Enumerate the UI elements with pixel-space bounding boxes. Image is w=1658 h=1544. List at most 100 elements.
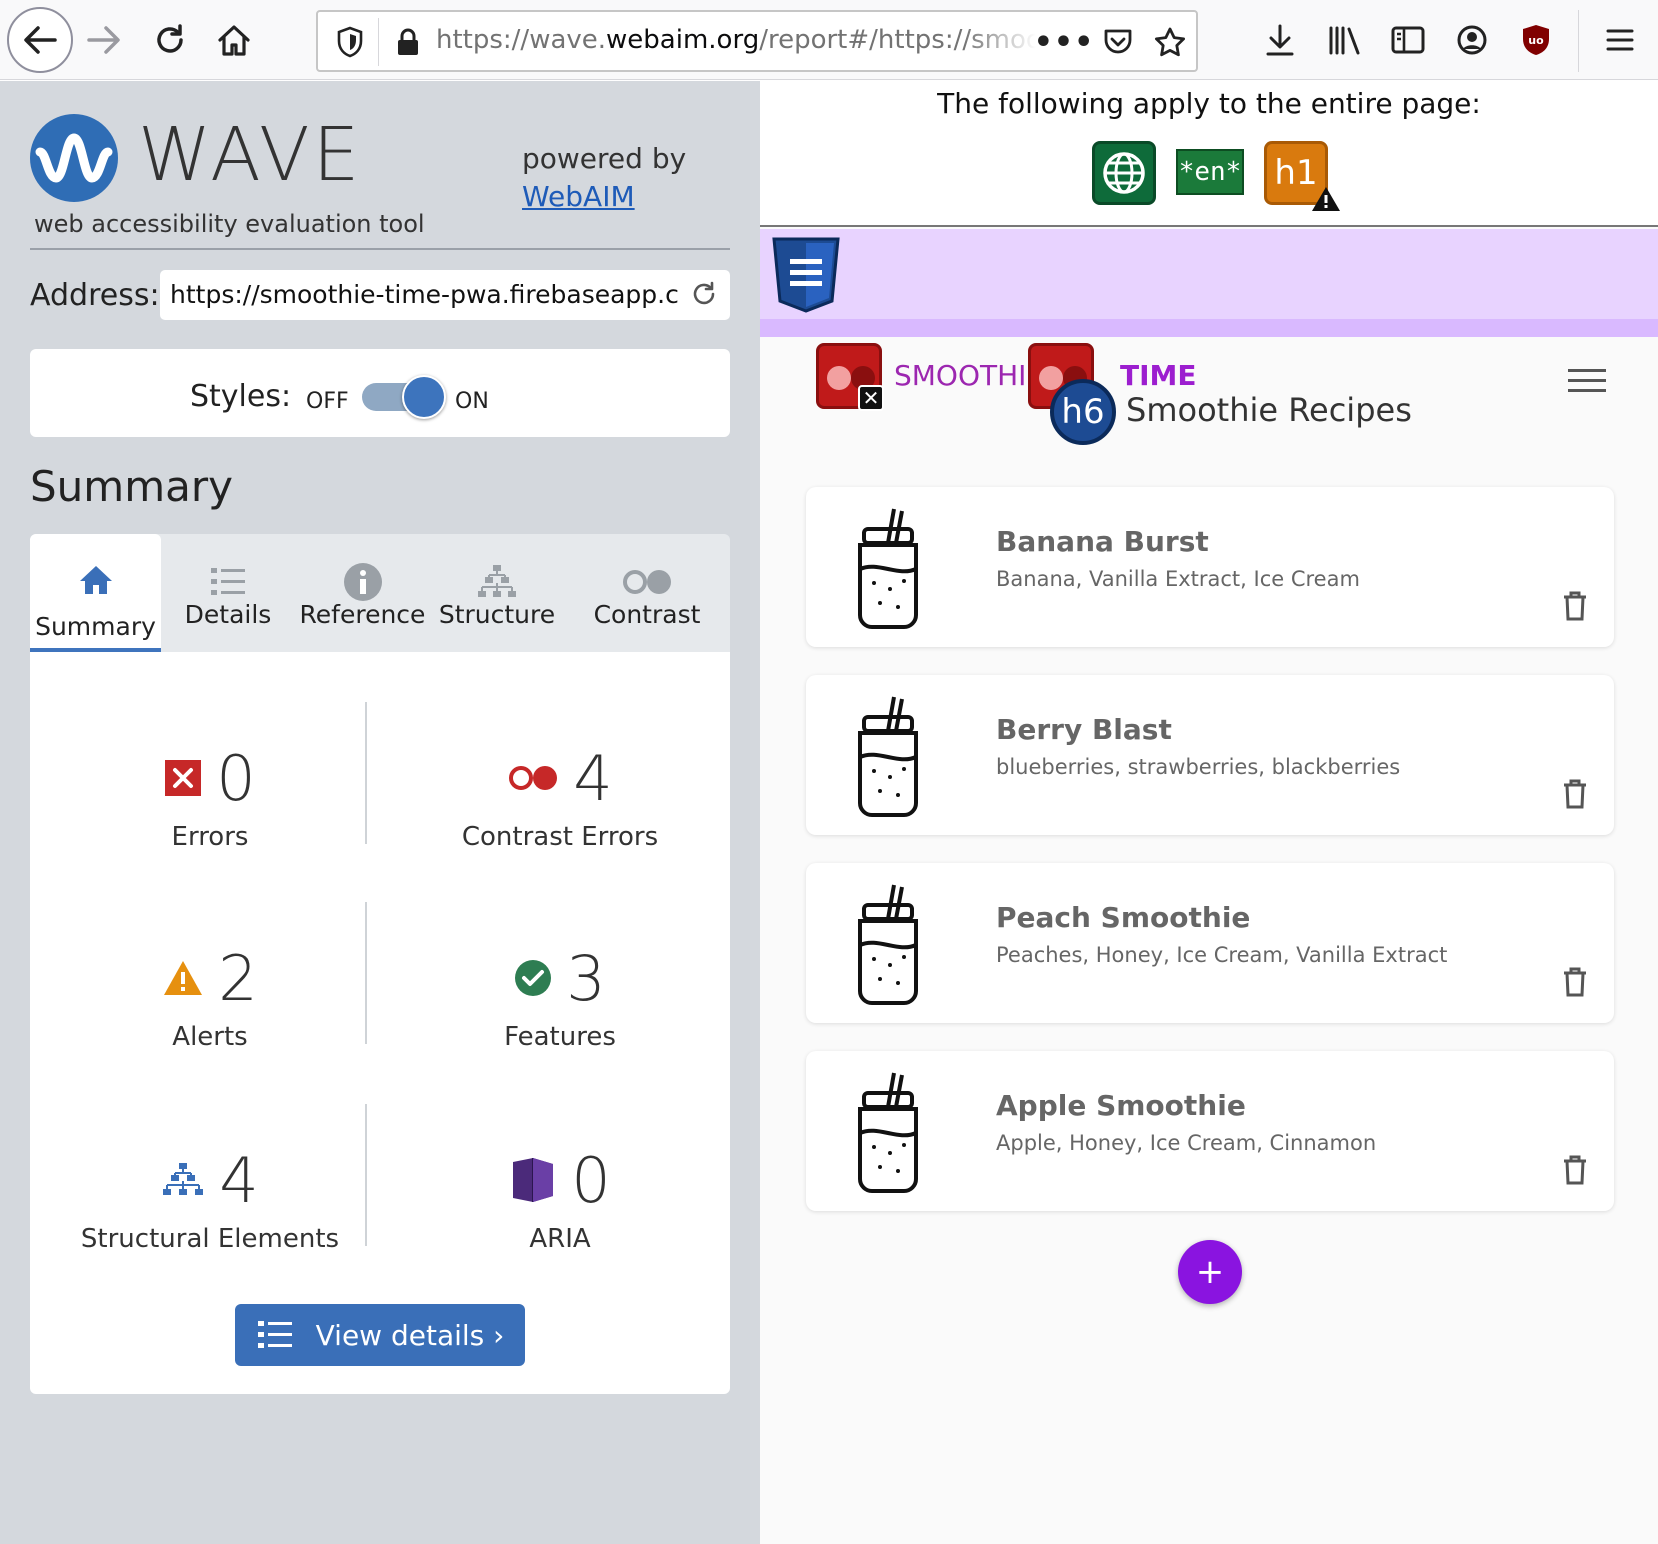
feature-check-icon xyxy=(515,960,552,996)
address-value[interactable]: https://smoothie-time-pwa.firebaseapp.co… xyxy=(170,280,678,309)
trash-icon[interactable] xyxy=(1562,591,1588,621)
recipe-card[interactable]: Berry Blast blueberries, strawberries, b… xyxy=(806,675,1614,835)
list-icon xyxy=(257,1321,292,1348)
errors-count: 0 xyxy=(216,741,256,815)
back-arrow-icon xyxy=(24,26,57,54)
pocket-icon[interactable] xyxy=(1096,20,1140,64)
view-details-label: View details › xyxy=(315,1318,505,1352)
app-menu-icon[interactable] xyxy=(1568,367,1608,397)
contrast-errors-label: Contrast Errors xyxy=(461,822,659,852)
styles-toggle-card: Styles: OFF ON xyxy=(30,349,730,437)
ublock-shield-icon: uo xyxy=(1523,25,1549,55)
wave-tabs: Summary Details Reference Structure Cont… xyxy=(30,534,730,652)
tab-details[interactable]: Details xyxy=(161,534,295,652)
downloads-button[interactable] xyxy=(1254,14,1306,66)
aria-cube-icon xyxy=(513,1158,554,1202)
toolbar-strip xyxy=(760,319,1658,337)
account-button[interactable] xyxy=(1446,14,1498,66)
alerts-label: Alerts xyxy=(172,1022,248,1052)
errors-stat[interactable]: 0 Errors xyxy=(50,738,370,888)
language-en-badge[interactable]: *en* xyxy=(1176,149,1244,195)
summary-stats-panel: 0 Errors 4 Contrast Errors 2 Alerts 3 Fe… xyxy=(30,652,730,1394)
toggle-knob[interactable] xyxy=(402,375,446,419)
contrast-icon xyxy=(564,562,730,602)
svg-text:uo: uo xyxy=(1528,34,1544,47)
account-icon xyxy=(1457,25,1487,55)
powered-by-text: powered by xyxy=(522,142,687,175)
bookmark-star-icon[interactable] xyxy=(1146,18,1194,66)
tab-summary[interactable]: Summary xyxy=(30,534,161,652)
aria-label: ARIA xyxy=(529,1224,591,1254)
recipe-name: Peach Smoothie xyxy=(996,901,1251,934)
page-subtitle: Smoothie Recipes xyxy=(1126,391,1412,429)
trash-icon[interactable] xyxy=(1562,779,1588,809)
library-icon xyxy=(1329,26,1360,55)
reload-icon xyxy=(157,24,183,53)
recipe-card[interactable]: Peach Smoothie Peaches, Honey, Ice Cream… xyxy=(806,863,1614,1023)
page-actions-menu[interactable]: ••• xyxy=(1034,18,1094,66)
home-icon xyxy=(218,25,250,56)
view-details-button[interactable]: View details › xyxy=(235,1304,525,1366)
forward-arrow-icon xyxy=(87,26,120,54)
back-button[interactable] xyxy=(7,7,73,73)
reload-button[interactable] xyxy=(138,8,202,72)
error-icon xyxy=(165,760,202,796)
structure-icon xyxy=(163,1163,204,1195)
alerts-stat[interactable]: 2 Alerts xyxy=(50,938,370,1088)
home-button[interactable] xyxy=(202,8,266,72)
ublock-extension-button[interactable]: uo xyxy=(1510,14,1562,66)
css-structure-icon[interactable] xyxy=(770,237,842,313)
recipe-ingredients: Banana, Vanilla Extract, Ice Cream xyxy=(996,567,1360,591)
library-button[interactable] xyxy=(1318,14,1370,66)
contrast-errors-stat[interactable]: 4 Contrast Errors xyxy=(400,738,720,888)
tab-contrast[interactable]: Contrast xyxy=(564,534,730,652)
add-recipe-button[interactable]: + xyxy=(1178,1240,1242,1304)
smoothie-jar-icon xyxy=(858,696,918,817)
app-menu-button[interactable] xyxy=(1594,14,1646,66)
address-reload-icon[interactable] xyxy=(688,278,720,310)
home-icon xyxy=(30,560,161,600)
structural-elements-stat[interactable]: 4 Structural Elements xyxy=(50,1140,370,1290)
forward-button[interactable] xyxy=(72,8,136,72)
styles-toggle-switch[interactable] xyxy=(362,375,446,419)
tab-structure[interactable]: Structure xyxy=(430,534,564,652)
recipe-card[interactable]: Banana Burst Banana, Vanilla Extract, Ic… xyxy=(806,487,1614,647)
sidebar-toggle-button[interactable] xyxy=(1382,14,1434,66)
aria-stat[interactable]: 0 ARIA xyxy=(400,1140,720,1290)
wave-logo-text: WAVE xyxy=(138,112,363,198)
recipe-ingredients: Peaches, Honey, Ice Cream, Vanilla Extra… xyxy=(996,943,1448,967)
warning-triangle-icon xyxy=(1312,187,1340,211)
trash-icon[interactable] xyxy=(1562,967,1588,997)
url-bar[interactable]: https://wave.webaim.org/report#/https://… xyxy=(316,10,1198,72)
trash-icon[interactable] xyxy=(1562,1155,1588,1185)
styles-on-label: ON xyxy=(455,389,489,414)
app-toolbar-region xyxy=(760,229,1658,337)
powered-by: powered by WebAIM xyxy=(522,140,686,216)
alerts-count: 2 xyxy=(218,941,258,1015)
url-text[interactable]: https://wave.webaim.org/report#/https://… xyxy=(436,25,1036,61)
wave-logo-icon xyxy=(30,114,118,202)
address-label: Address: xyxy=(30,278,160,313)
features-stat[interactable]: 3 Features xyxy=(400,938,720,1088)
aria-count: 0 xyxy=(571,1143,611,1217)
app-header: ✕ SMOOTHIE h6 TIME Smoothie Recipes xyxy=(760,337,1658,487)
tracking-shield-icon[interactable] xyxy=(328,20,372,64)
recipe-ingredients: blueberries, strawberries, blackberries xyxy=(996,755,1401,779)
recipe-ingredients: Apple, Honey, Ice Cream, Cinnamon xyxy=(996,1131,1377,1155)
recipe-card[interactable]: Apple Smoothie Apple, Honey, Ice Cream, … xyxy=(806,1051,1614,1211)
h6-structure-badge[interactable]: h6 xyxy=(1050,379,1116,445)
tab-reference[interactable]: Reference xyxy=(295,534,430,652)
tab-contrast-label: Contrast xyxy=(593,600,701,629)
recipe-name: Apple Smoothie xyxy=(996,1089,1246,1122)
h1-alert-badge[interactable]: h1 xyxy=(1264,141,1340,211)
brand-time: TIME xyxy=(1120,359,1197,392)
close-icon: ✕ xyxy=(858,385,884,411)
language-feature-icon[interactable] xyxy=(1092,141,1156,205)
address-field[interactable]: https://smoothie-time-pwa.firebaseapp.co… xyxy=(160,270,730,320)
globe-icon xyxy=(1103,152,1145,194)
list-icon xyxy=(161,562,295,602)
webaim-link[interactable]: WebAIM xyxy=(522,180,635,213)
lock-icon[interactable] xyxy=(388,20,428,64)
url-separator xyxy=(378,18,379,66)
errors-label: Errors xyxy=(171,822,249,852)
